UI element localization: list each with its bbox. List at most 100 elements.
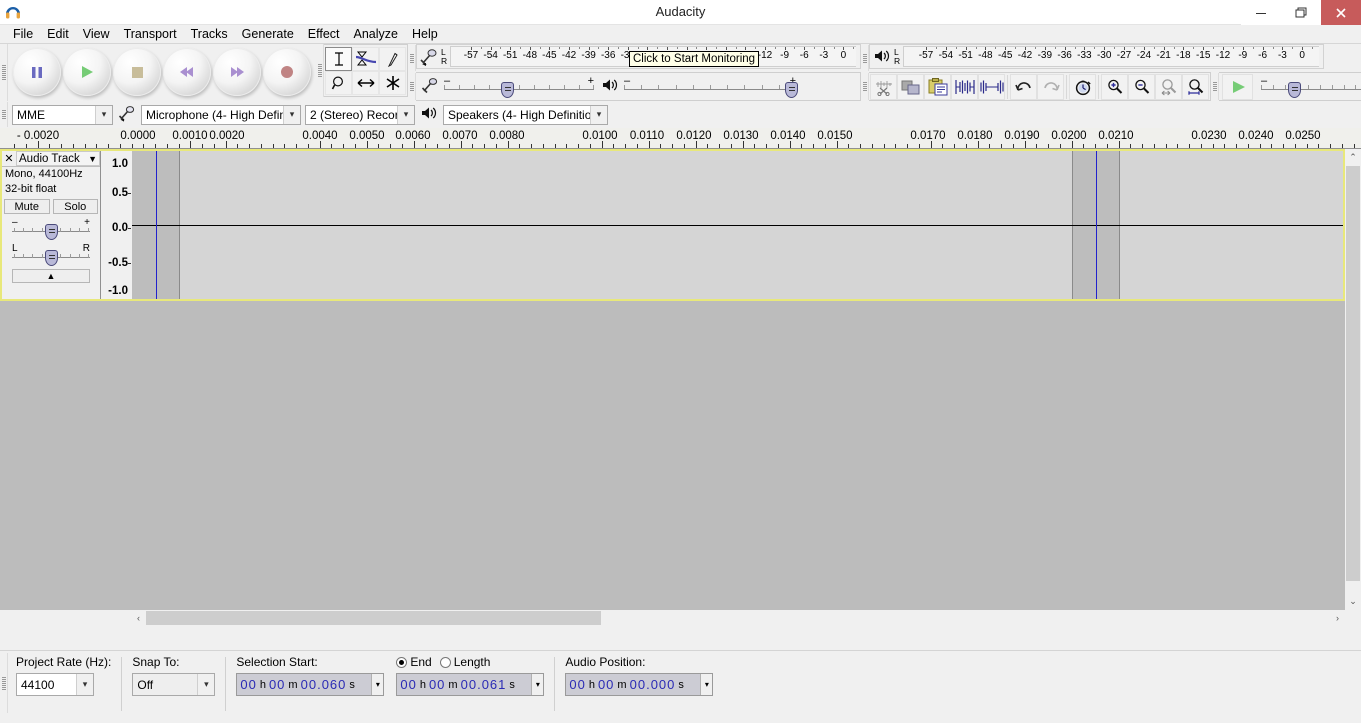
meter-scale-label: -42 (561, 50, 577, 61)
recording-meter-toolbar[interactable]: L R -57-54-51-48-45-42-39-36-33-30-27-24… (416, 44, 861, 69)
transport-toolbar-grip[interactable] (0, 44, 8, 101)
time-shift-tool-button[interactable] (352, 70, 379, 95)
pause-button[interactable] (13, 48, 61, 96)
waveform-display[interactable] (132, 151, 1343, 299)
end-length-radio-group: End Length (396, 655, 544, 669)
mixer-toolbar-grip[interactable] (408, 72, 416, 101)
ruler-tick (284, 144, 285, 148)
skip-to-end-button[interactable] (213, 48, 261, 96)
selection-toolbar-grip[interactable] (0, 651, 8, 713)
meter-tick (1262, 47, 1264, 50)
toolbar-dock: L R -57-54-51-48-45-42-39-36-33-30-27-24… (0, 44, 1361, 128)
scroll-down-button[interactable]: ⌄ (1345, 593, 1361, 609)
radio-dot-icon (439, 656, 451, 668)
end-radio[interactable]: End (396, 655, 432, 669)
audio-host-select[interactable]: MME ▾ (12, 104, 113, 125)
track-solo-button[interactable]: Solo (52, 199, 98, 214)
stop-button[interactable] (113, 48, 161, 96)
menu-item-edit[interactable]: Edit (40, 26, 76, 42)
vertical-scrollbar[interactable]: ⌃ ⌄ (1345, 149, 1361, 626)
silence-audio-button[interactable] (978, 73, 1005, 100)
menu-item-effect[interactable]: Effect (301, 26, 347, 42)
length-radio[interactable]: Length (439, 655, 490, 669)
trim-audio-button[interactable] (951, 73, 978, 100)
selection-tool-button[interactable] (325, 46, 352, 71)
fit-selection-button[interactable] (1155, 73, 1182, 100)
menu-item-help[interactable]: Help (405, 26, 445, 42)
audio-position-spinner[interactable]: ▾ (700, 674, 713, 695)
edit-toolbar-grip[interactable] (861, 72, 869, 101)
track-vertical-ruler[interactable]: 1.0 0.5 0.0 -0.5 -1.0 (102, 151, 131, 299)
project-rate-select[interactable]: 44100 ▾ (16, 673, 94, 696)
ruler-tick (966, 144, 967, 148)
zoom-tool-button[interactable] (325, 70, 352, 95)
restore-button[interactable] (1281, 0, 1321, 25)
recording-meter-grip[interactable] (408, 44, 416, 72)
playback-device-select[interactable]: Speakers (4- High Definition A ▾ (443, 104, 608, 125)
zoom-in-button[interactable] (1101, 73, 1128, 100)
selection-end-spinner[interactable]: ▾ (531, 674, 544, 695)
sync-lock-button[interactable] (1069, 73, 1096, 100)
track-pan-slider[interactable]: L R (12, 243, 90, 266)
horizontal-scrollbar[interactable]: ‹ › (0, 610, 1345, 626)
menu-item-generate[interactable]: Generate (235, 26, 301, 42)
meter-scale-label: -57 (463, 50, 479, 61)
ruler-tick (425, 144, 426, 148)
track-collapse-button[interactable]: ▲ (12, 269, 90, 283)
selection-end-field[interactable]: 00 h 00 m 00 . 061 s ▾ (396, 673, 545, 696)
undo-button[interactable] (1010, 73, 1037, 100)
minimize-button[interactable] (1241, 0, 1281, 25)
scroll-left-button[interactable]: ‹ (131, 610, 146, 626)
envelope-tool-button[interactable] (352, 46, 379, 71)
recording-device-select[interactable]: Microphone (4- High Definition ▾ (141, 104, 301, 125)
playback-meter-toolbar[interactable]: L R -57 -54 -51 -48 -45 -42 -39 -36 -33 -30 -27 -24… (869, 44, 1324, 69)
fit-project-button[interactable] (1182, 73, 1209, 100)
menu-item-analyze[interactable]: Analyze (347, 26, 405, 42)
ruler-tick (684, 144, 685, 148)
play-at-speed-button[interactable] (1222, 73, 1253, 100)
timeline-ruler[interactable]: - 0.0020 0.0000 0.0010 0.0020 0.0040 0.0050 0.… (0, 128, 1361, 149)
menu-item-tracks[interactable]: Tracks (184, 26, 235, 42)
playback-speed-slider[interactable]: – + (1261, 75, 1361, 98)
meter-tick (926, 47, 927, 50)
playback-meter-grip[interactable] (861, 44, 869, 72)
track-gain-slider[interactable]: – + (12, 217, 90, 240)
meter-tick-minor (1193, 47, 1195, 49)
skip-to-start-button[interactable] (163, 48, 211, 96)
cut-button[interactable] (870, 73, 897, 100)
menu-item-transport[interactable]: Transport (117, 26, 184, 42)
paste-button[interactable] (924, 73, 951, 100)
ruler-tick (1048, 144, 1049, 148)
track-name-dropdown[interactable]: Audio Track ▼ (16, 151, 100, 166)
close-button[interactable] (1321, 0, 1361, 25)
ruler-tick (120, 144, 121, 148)
track-mute-button[interactable]: Mute (4, 199, 50, 214)
play-at-speed-toolbar-grip[interactable] (1211, 72, 1219, 101)
draw-tool-button[interactable] (379, 46, 406, 71)
menu-item-view[interactable]: View (76, 26, 117, 42)
ruler-tick (1224, 144, 1225, 148)
device-toolbar-grip[interactable] (0, 102, 8, 127)
selection-start-spinner[interactable]: ▾ (371, 674, 384, 695)
recording-channels-select[interactable]: 2 (Stereo) Record ▾ (305, 104, 415, 125)
selection-start-field[interactable]: 00 h 00 m 00 . 060 s ▾ (236, 673, 385, 696)
vertical-scrollbar-thumb[interactable] (1346, 166, 1360, 581)
meter-tick-minor (853, 47, 855, 49)
menu-item-file[interactable]: File (6, 26, 40, 42)
play-button[interactable] (63, 48, 111, 96)
zoom-out-button[interactable] (1128, 73, 1155, 100)
horizontal-scrollbar-thumb[interactable] (146, 611, 601, 625)
tools-toolbar-grip[interactable] (316, 44, 324, 97)
track-close-button[interactable]: ✕ (2, 152, 16, 165)
audio-track[interactable]: ✕ Audio Track ▼ Mono, 44100Hz 32-bit flo… (0, 149, 1345, 301)
redo-button[interactable] (1037, 73, 1064, 100)
scroll-right-button[interactable]: › (1330, 610, 1345, 626)
copy-button[interactable] (897, 73, 924, 100)
recording-volume-slider[interactable]: – + (444, 75, 594, 98)
snap-to-select[interactable]: Off ▾ (132, 673, 216, 696)
scroll-up-button[interactable]: ⌃ (1345, 149, 1361, 165)
playback-volume-slider[interactable]: – + (624, 75, 798, 98)
multi-tool-button[interactable] (379, 70, 406, 95)
audio-position-field[interactable]: 00 h 00 m 00 . 000 s ▾ (565, 673, 714, 696)
record-button[interactable] (263, 48, 311, 96)
